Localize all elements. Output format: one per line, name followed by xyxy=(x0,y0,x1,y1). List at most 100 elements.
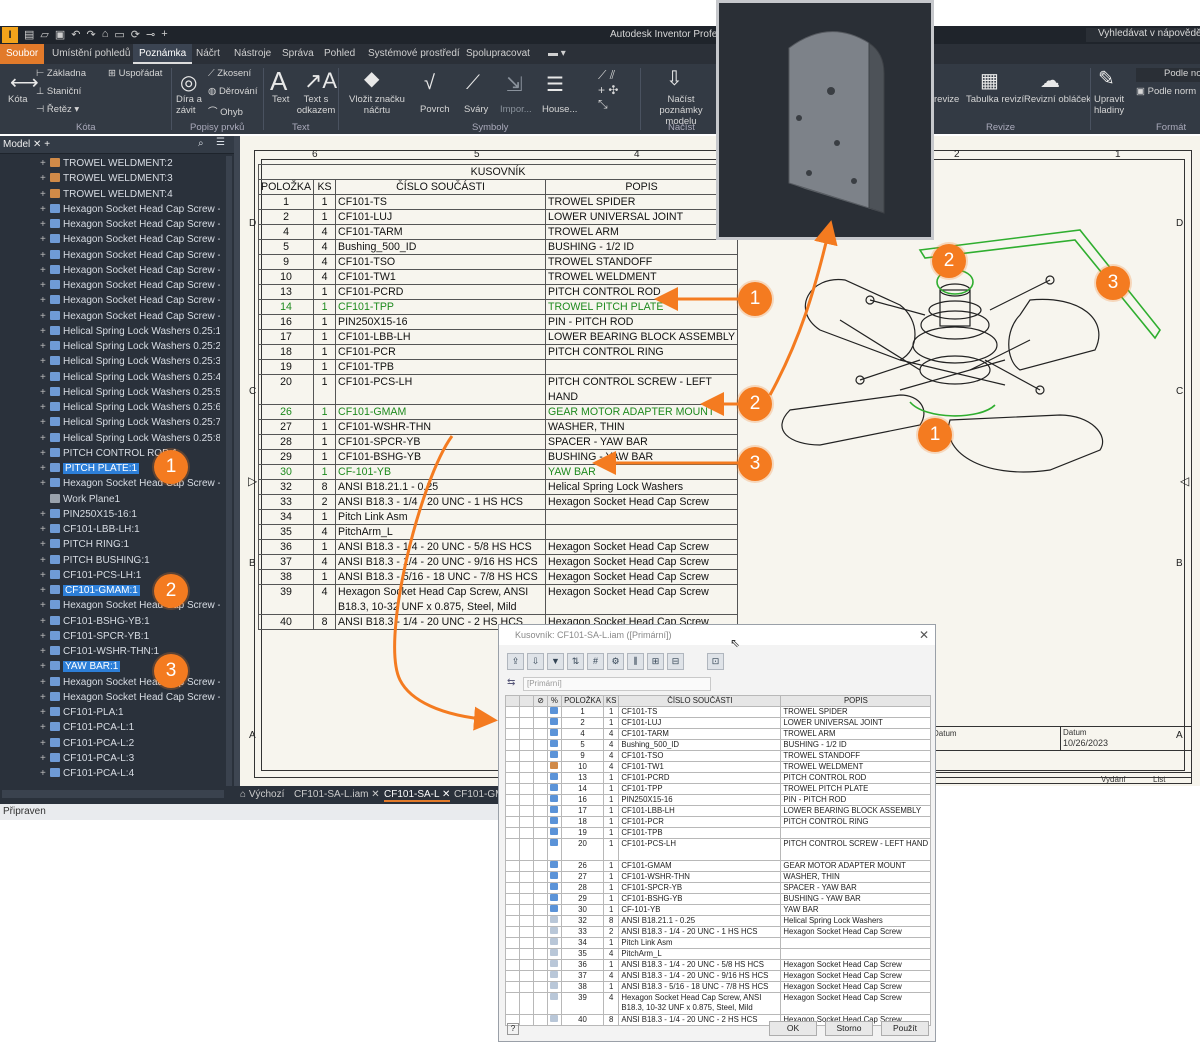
parts-list-row[interactable]: 35 4 PitchArm_L xyxy=(257,524,739,541)
chamfer-button[interactable]: ⟋ Zkosení xyxy=(208,68,251,79)
browser-tree-item[interactable]: + YAW BAR:1 xyxy=(40,659,220,674)
standard-dropdown[interactable]: ▣ Podle norm xyxy=(1136,86,1196,97)
browser-tree-item[interactable]: + Helical Spring Lock Washers 0.25:6 xyxy=(40,400,220,415)
expand-icon[interactable]: + xyxy=(40,431,50,446)
bom-grid-row[interactable]: 5 4 Bushing_500_ID BUSHING - 1/2 ID xyxy=(505,739,932,751)
sort-icon[interactable]: ⇅ xyxy=(567,653,584,670)
print-icon[interactable]: ▭ xyxy=(114,28,124,41)
edit-layers-button[interactable]: Upravit hladiny xyxy=(1094,94,1130,116)
columns-icon[interactable]: ⫼ xyxy=(627,653,644,670)
browser-tree-item[interactable]: + TROWEL WELDMENT:2 xyxy=(40,156,220,171)
text-icon[interactable]: A xyxy=(270,66,287,97)
tab-drawing[interactable]: CF101-SA-L ✕ xyxy=(384,789,451,802)
browser-tree-item[interactable]: + CF101-LBB-LH:1 xyxy=(40,522,220,537)
expand-icon[interactable]: + xyxy=(40,598,50,613)
bom-grid-row[interactable]: 10 4 CF101-TW1 TROWEL WELDMENT xyxy=(505,761,932,773)
save-icon[interactable]: ▣ xyxy=(55,28,65,41)
tab-assembly[interactable]: CF101-SA-L.iam ✕ xyxy=(294,789,380,800)
house-button[interactable]: House... xyxy=(542,104,577,115)
baseline-button[interactable]: ⊢ Základna xyxy=(36,68,86,79)
welds-button[interactable]: Sváry xyxy=(464,104,488,115)
parts-list-row[interactable]: 28 1 CF101-SPCR-YB SPACER - YAW BAR xyxy=(257,434,739,451)
bom-grid-row[interactable]: 2 1 CF101-LUJ LOWER UNIVERSAL JOINT xyxy=(505,717,932,729)
parts-list-row[interactable]: 13 1 CF101-PCRD PITCH CONTROL ROD xyxy=(257,284,739,300)
expand-icon[interactable]: + xyxy=(40,293,50,308)
browser-tree-item[interactable]: + CF101-GMAM:1 xyxy=(40,583,220,598)
grid-flag-cell[interactable] xyxy=(519,947,534,960)
browser-tree-item[interactable]: + CF101-BSHG-YB:1 xyxy=(40,614,220,629)
expand-icon[interactable]: + xyxy=(40,629,50,644)
bom-grid-row[interactable]: 32 8 ANSI B18.21.1 - 0.25 Helical Spring Lo… xyxy=(505,914,932,927)
tab-annotate[interactable]: Poznámka xyxy=(133,44,193,64)
bom-grid-row[interactable]: 9 4 CF101-TSO TROWEL STANDOFF xyxy=(505,750,932,762)
grid-flag-cell[interactable] xyxy=(505,739,520,751)
browser-tree-item[interactable]: + Helical Spring Lock Washers 0.25:5 xyxy=(40,385,220,400)
grid-flag-cell[interactable] xyxy=(519,750,534,762)
grid-flag-cell[interactable] xyxy=(519,717,534,729)
parts-list-row[interactable]: 30 1 CF-101-YB YAW BAR xyxy=(257,464,739,481)
expand-icon[interactable]: + xyxy=(40,324,50,339)
parts-list-row[interactable]: 27 1 CF101-WSHR-THN WASHER, THIN xyxy=(257,419,739,436)
leader-text-icon[interactable]: ↗A xyxy=(304,68,337,94)
text-button[interactable]: Text xyxy=(272,94,289,105)
browser-tree-item[interactable]: + Hexagon Socket Head Cap Screw - Ir xyxy=(40,202,220,217)
expand-icon[interactable]: + xyxy=(40,370,50,385)
expand-icon[interactable]: + xyxy=(40,339,50,354)
browser-tree-item[interactable]: + Helical Spring Lock Washers 0.25:1 xyxy=(40,324,220,339)
bom-grid-row[interactable]: 37 4 ANSI B18.3 - 1/4 - 20 UNC - 9/16 HS H… xyxy=(505,969,932,982)
tab-file[interactable]: Soubor xyxy=(0,44,45,64)
parts-list-row[interactable]: 37 4 ANSI B18.3 - 1/4 - 20 UNC - 9/16 HS H… xyxy=(257,554,739,571)
expand-icon[interactable]: + xyxy=(40,309,50,324)
browser-tree-item[interactable]: + PITCH CONTROL ROD:1 xyxy=(40,446,220,461)
grid-flag-cell[interactable] xyxy=(505,969,520,982)
revision-table-icon[interactable]: ▦ xyxy=(980,68,999,93)
browser-tree-item[interactable]: + TROWEL WELDMENT:3 xyxy=(40,171,220,186)
expand-icon[interactable]: + xyxy=(40,537,50,552)
grid-flag-cell[interactable] xyxy=(505,892,520,905)
expand-icon[interactable]: + xyxy=(40,751,50,766)
parts-list-row[interactable]: 5 4 Bushing_500_ID BUSHING - 1/2 ID xyxy=(257,239,739,255)
grid-flag-cell[interactable] xyxy=(505,936,520,949)
parts-list-row[interactable]: 14 1 CF101-TPP TROWEL PITCH PLATE xyxy=(257,299,739,315)
bom-grid-row[interactable]: 16 1 PIN250X15-16 PIN - PITCH ROD xyxy=(505,794,932,806)
symbols-small-icons[interactable]: ⟋ ⫽ + ✣ ⤡ xyxy=(598,68,618,112)
expand-icon[interactable]: + xyxy=(40,675,50,690)
grid-flag-cell[interactable] xyxy=(519,827,534,839)
bom-grid-row[interactable]: 19 1 CF101-TPB xyxy=(505,827,932,839)
browser-tree-item[interactable]: + TROWEL WELDMENT:4 xyxy=(40,187,220,202)
expand-icon[interactable]: + xyxy=(40,400,50,415)
grid-flag-cell[interactable] xyxy=(505,783,520,795)
parts-list-table[interactable]: KUSOVNÍK POLOŽKA KS ČÍSLO SOUČÁSTI POPIS… xyxy=(257,164,739,631)
dimension-icon[interactable]: ⟷ xyxy=(10,70,39,95)
bom-grid-row[interactable]: 35 4 PitchArm_L xyxy=(505,947,932,960)
browser-tree-item[interactable]: + CF101-PLA:1 xyxy=(40,705,220,720)
expand-icon[interactable]: + xyxy=(40,263,50,278)
browser-tree-item[interactable]: + Hexagon Socket Head Cap Screw - Ir xyxy=(40,232,220,247)
expand-icon[interactable]: + xyxy=(40,476,50,491)
measure-icon[interactable]: ⊸ xyxy=(146,28,155,41)
grid-flag-cell[interactable] xyxy=(505,794,520,806)
bom-grid-row[interactable]: 33 2 ANSI B18.3 - 1/4 - 20 UNC - 1 HS HCS H… xyxy=(505,925,932,938)
bom-grid-row[interactable]: 27 1 CF101-WSHR-THN WASHER, THIN xyxy=(505,870,932,883)
parts-list-row[interactable]: 18 1 CF101-PCR PITCH CONTROL RING xyxy=(257,344,739,360)
grid-flag-cell[interactable] xyxy=(505,805,520,817)
tab-place-views[interactable]: Umístění pohledů xyxy=(46,44,136,64)
bom-grid-row[interactable]: 1 1 CF101-TS TROWEL SPIDER xyxy=(505,706,932,718)
split-icon[interactable]: ⊡ xyxy=(707,653,724,670)
grid-flag-cell[interactable] xyxy=(505,761,520,773)
bom-grid-row[interactable]: 4 4 CF101-TARM TROWEL ARM xyxy=(505,728,932,740)
grid-flag-cell[interactable] xyxy=(505,706,520,718)
expand-icon[interactable]: + xyxy=(40,568,50,583)
revision-cloud-icon[interactable]: ☁ xyxy=(1040,68,1060,93)
expand-icon[interactable]: + xyxy=(40,248,50,263)
grid-flag-cell[interactable] xyxy=(505,914,520,927)
arrange-button[interactable]: ⊞ Uspořádat xyxy=(108,68,162,79)
grid-flag-cell[interactable] xyxy=(505,870,520,883)
grid-flag-cell[interactable] xyxy=(519,794,534,806)
browser-tree-item[interactable]: + Hexagon Socket Head Cap Screw - Ir xyxy=(40,690,220,705)
browser-tree-item[interactable]: + Hexagon Socket Head Cap Screw - Ir xyxy=(40,675,220,690)
view-options-icon[interactable]: ⚙ xyxy=(607,653,624,670)
merge-icon[interactable]: ⊟ xyxy=(667,653,684,670)
bom-grid-row[interactable]: 39 4 Hexagon Socket Head Cap Screw, ANSI B… xyxy=(505,991,932,1015)
grid-flag-cell[interactable] xyxy=(505,827,520,839)
